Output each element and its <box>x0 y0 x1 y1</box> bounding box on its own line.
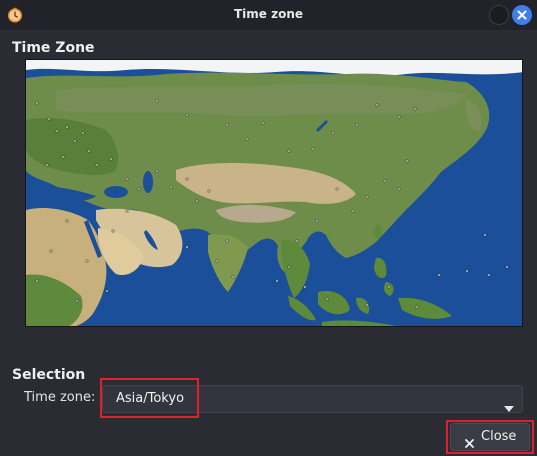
close-button[interactable]: Close <box>450 423 530 451</box>
chevron-down-icon <box>504 397 514 416</box>
x-icon <box>465 433 474 452</box>
world-map[interactable] <box>25 59 523 327</box>
time-zone-select[interactable]: Asia/Tokyo <box>102 385 523 413</box>
window-title: Time zone <box>233 7 304 21</box>
minimize-button[interactable] <box>489 5 509 25</box>
map-image <box>26 60 522 326</box>
time-zone-value: Asia/Tokyo <box>116 391 185 406</box>
title-bar: Time zone <box>0 0 537 30</box>
time-zone-label: Time zone: <box>24 390 96 405</box>
time-zone-heading: Time Zone <box>12 40 95 56</box>
close-button-label: Close <box>481 429 517 444</box>
timezone-dialog: Time zone Time Zone Selection Time zone:… <box>0 0 537 456</box>
selection-heading: Selection <box>12 367 86 383</box>
window-close-button[interactable] <box>512 5 532 25</box>
close-icon <box>517 10 527 20</box>
